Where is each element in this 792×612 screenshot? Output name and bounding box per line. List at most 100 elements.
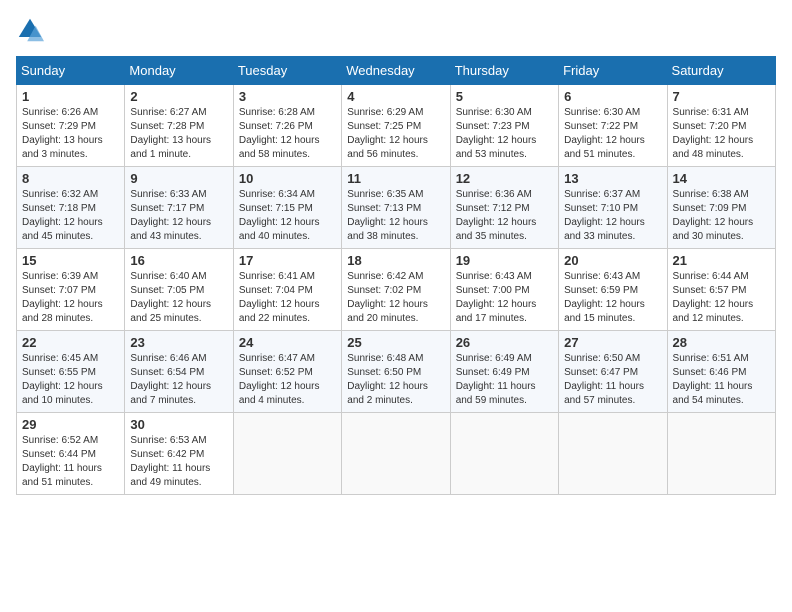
day-number: 6: [564, 89, 661, 104]
day-number: 30: [130, 417, 227, 432]
weekday-header-friday: Friday: [559, 57, 667, 85]
day-info: Sunrise: 6:49 AM Sunset: 6:49 PM Dayligh…: [456, 352, 553, 408]
day-info: Sunrise: 6:51 AM Sunset: 6:46 PM Dayligh…: [673, 352, 770, 408]
day-info: Sunrise: 6:48 AM Sunset: 6:50 PM Dayligh…: [347, 352, 444, 408]
day-info: Sunrise: 6:35 AM Sunset: 7:13 PM Dayligh…: [347, 188, 444, 244]
calendar-cell: 18 Sunrise: 6:42 AM Sunset: 7:02 PM Dayli…: [342, 249, 450, 331]
calendar-cell: 16Sunrise: 6:40 AM Sunset: 7:05 PM Dayli…: [125, 249, 233, 331]
day-number: 14: [673, 171, 770, 186]
day-number: 21: [673, 253, 770, 268]
calendar-cell: 30Sunrise: 6:53 AM Sunset: 6:42 PM Dayli…: [125, 413, 233, 495]
day-number: 25: [347, 335, 444, 350]
calendar-week-row: 15 Sunrise: 6:39 AM Sunset: 7:07 PM Dayli…: [17, 249, 776, 331]
day-info: Sunrise: 6:37 AM Sunset: 7:10 PM Dayligh…: [564, 188, 661, 244]
calendar-cell: 6 Sunrise: 6:30 AM Sunset: 7:22 PM Daylig…: [559, 85, 667, 167]
calendar-cell: 20 Sunrise: 6:43 AM Sunset: 6:59 PM Dayli…: [559, 249, 667, 331]
day-number: 3: [239, 89, 336, 104]
day-info: Sunrise: 6:31 AM Sunset: 7:20 PM Dayligh…: [673, 106, 770, 162]
day-number: 27: [564, 335, 661, 350]
day-info: Sunrise: 6:30 AM Sunset: 7:22 PM Dayligh…: [564, 106, 661, 162]
calendar-cell: 11 Sunrise: 6:35 AM Sunset: 7:13 PM Dayli…: [342, 167, 450, 249]
calendar-cell: 5 Sunrise: 6:30 AM Sunset: 7:23 PM Daylig…: [450, 85, 558, 167]
calendar-cell: [559, 413, 667, 495]
calendar-week-row: 8 Sunrise: 6:32 AM Sunset: 7:18 PM Daylig…: [17, 167, 776, 249]
day-number: 29: [22, 417, 119, 432]
day-info: Sunrise: 6:45 AM Sunset: 6:55 PM Dayligh…: [22, 352, 119, 408]
weekday-header-tuesday: Tuesday: [233, 57, 341, 85]
day-number: 10: [239, 171, 336, 186]
day-info: Sunrise: 6:43 AM Sunset: 7:00 PM Dayligh…: [456, 270, 553, 326]
day-info: Sunrise: 6:30 AM Sunset: 7:23 PM Dayligh…: [456, 106, 553, 162]
calendar-cell: 14 Sunrise: 6:38 AM Sunset: 7:09 PM Dayli…: [667, 167, 775, 249]
day-number: 28: [673, 335, 770, 350]
day-number: 9: [130, 171, 227, 186]
weekday-header-wednesday: Wednesday: [342, 57, 450, 85]
day-info: Sunrise: 6:26 AM Sunset: 7:29 PM Dayligh…: [22, 106, 119, 162]
calendar-cell: 1 Sunrise: 6:26 AM Sunset: 7:29 PM Daylig…: [17, 85, 125, 167]
day-info: Sunrise: 6:46 AM Sunset: 6:54 PM Dayligh…: [130, 352, 227, 408]
calendar-cell: 3 Sunrise: 6:28 AM Sunset: 7:26 PM Daylig…: [233, 85, 341, 167]
weekday-header-sunday: Sunday: [17, 57, 125, 85]
calendar-cell: [667, 413, 775, 495]
weekday-header-thursday: Thursday: [450, 57, 558, 85]
day-info: Sunrise: 6:38 AM Sunset: 7:09 PM Dayligh…: [673, 188, 770, 244]
calendar-cell: 7 Sunrise: 6:31 AM Sunset: 7:20 PM Daylig…: [667, 85, 775, 167]
day-number: 20: [564, 253, 661, 268]
day-info: Sunrise: 6:47 AM Sunset: 6:52 PM Dayligh…: [239, 352, 336, 408]
calendar-cell: 21 Sunrise: 6:44 AM Sunset: 6:57 PM Dayli…: [667, 249, 775, 331]
calendar-cell: 4 Sunrise: 6:29 AM Sunset: 7:25 PM Daylig…: [342, 85, 450, 167]
calendar-cell: 15 Sunrise: 6:39 AM Sunset: 7:07 PM Dayli…: [17, 249, 125, 331]
day-number: 18: [347, 253, 444, 268]
calendar-cell: 22 Sunrise: 6:45 AM Sunset: 6:55 PM Dayli…: [17, 331, 125, 413]
day-info: Sunrise: 6:32 AM Sunset: 7:18 PM Dayligh…: [22, 188, 119, 244]
calendar-cell: 12Sunrise: 6:36 AM Sunset: 7:12 PM Dayli…: [450, 167, 558, 249]
calendar-cell: 26 Sunrise: 6:49 AM Sunset: 6:49 PM Dayli…: [450, 331, 558, 413]
calendar-week-row: 1 Sunrise: 6:26 AM Sunset: 7:29 PM Daylig…: [17, 85, 776, 167]
calendar-cell: 9 Sunrise: 6:33 AM Sunset: 7:17 PM Daylig…: [125, 167, 233, 249]
day-info: Sunrise: 6:52 AM Sunset: 6:44 PM Dayligh…: [22, 434, 119, 490]
day-info: Sunrise: 6:28 AM Sunset: 7:26 PM Dayligh…: [239, 106, 336, 162]
day-number: 19: [456, 253, 553, 268]
day-info: Sunrise: 6:39 AM Sunset: 7:07 PM Dayligh…: [22, 270, 119, 326]
day-info: Sunrise: 6:42 AM Sunset: 7:02 PM Dayligh…: [347, 270, 444, 326]
calendar-cell: 13 Sunrise: 6:37 AM Sunset: 7:10 PM Dayli…: [559, 167, 667, 249]
day-number: 1: [22, 89, 119, 104]
day-number: 2: [130, 89, 227, 104]
day-info: Sunrise: 6:34 AM Sunset: 7:15 PM Dayligh…: [239, 188, 336, 244]
calendar-cell: 29 Sunrise: 6:52 AM Sunset: 6:44 PM Dayli…: [17, 413, 125, 495]
day-info: Sunrise: 6:29 AM Sunset: 7:25 PM Dayligh…: [347, 106, 444, 162]
day-number: 8: [22, 171, 119, 186]
calendar-cell: 24Sunrise: 6:47 AM Sunset: 6:52 PM Dayli…: [233, 331, 341, 413]
calendar-cell: 2 Sunrise: 6:27 AM Sunset: 7:28 PM Daylig…: [125, 85, 233, 167]
day-info: Sunrise: 6:27 AM Sunset: 7:28 PM Dayligh…: [130, 106, 227, 162]
day-number: 23: [130, 335, 227, 350]
calendar-cell: 25 Sunrise: 6:48 AM Sunset: 6:50 PM Dayli…: [342, 331, 450, 413]
calendar-table: SundayMondayTuesdayWednesdayThursdayFrid…: [16, 56, 776, 495]
calendar-cell: 17Sunrise: 6:41 AM Sunset: 7:04 PM Dayli…: [233, 249, 341, 331]
day-number: 4: [347, 89, 444, 104]
calendar-cell: [342, 413, 450, 495]
day-number: 26: [456, 335, 553, 350]
day-number: 11: [347, 171, 444, 186]
calendar-cell: 27Sunrise: 6:50 AM Sunset: 6:47 PM Dayli…: [559, 331, 667, 413]
calendar-week-row: 22 Sunrise: 6:45 AM Sunset: 6:55 PM Dayli…: [17, 331, 776, 413]
day-info: Sunrise: 6:44 AM Sunset: 6:57 PM Dayligh…: [673, 270, 770, 326]
calendar-cell: 8 Sunrise: 6:32 AM Sunset: 7:18 PM Daylig…: [17, 167, 125, 249]
page-header: [16, 16, 776, 44]
logo: [16, 16, 48, 44]
logo-icon: [16, 16, 44, 44]
day-number: 15: [22, 253, 119, 268]
day-number: 12: [456, 171, 553, 186]
day-number: 22: [22, 335, 119, 350]
day-info: Sunrise: 6:33 AM Sunset: 7:17 PM Dayligh…: [130, 188, 227, 244]
calendar-week-row: 29 Sunrise: 6:52 AM Sunset: 6:44 PM Dayli…: [17, 413, 776, 495]
day-number: 5: [456, 89, 553, 104]
day-number: 7: [673, 89, 770, 104]
day-number: 13: [564, 171, 661, 186]
day-info: Sunrise: 6:40 AM Sunset: 7:05 PM Dayligh…: [130, 270, 227, 326]
day-info: Sunrise: 6:43 AM Sunset: 6:59 PM Dayligh…: [564, 270, 661, 326]
day-number: 17: [239, 253, 336, 268]
weekday-header-monday: Monday: [125, 57, 233, 85]
calendar-cell: 10 Sunrise: 6:34 AM Sunset: 7:15 PM Dayli…: [233, 167, 341, 249]
calendar-cell: 19 Sunrise: 6:43 AM Sunset: 7:00 PM Dayli…: [450, 249, 558, 331]
